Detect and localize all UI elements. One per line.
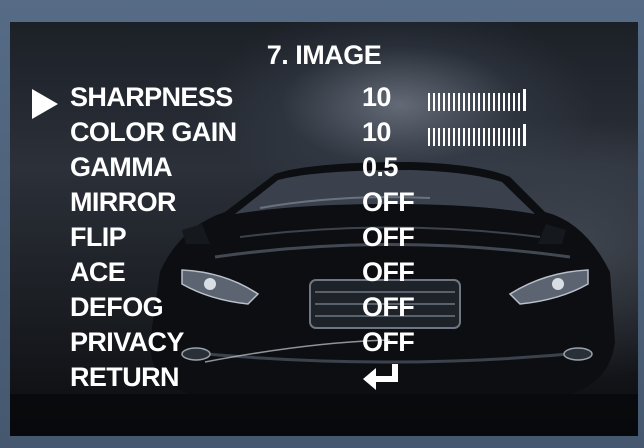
menu-item-label: COLOR GAIN <box>70 117 237 147</box>
level-tick <box>468 128 470 146</box>
menu-item-return[interactable]: RETURN <box>10 360 638 395</box>
level-tick <box>503 128 505 146</box>
ace-value: OFF <box>362 257 415 287</box>
level-tick <box>458 128 460 146</box>
menu-item-defog[interactable]: DEFOG OFF <box>10 290 638 325</box>
level-tick <box>438 93 440 111</box>
level-tick <box>433 93 435 111</box>
level-tick <box>463 93 465 111</box>
menu-item-label: PRIVACY <box>70 327 184 357</box>
privacy-value: OFF <box>362 327 415 357</box>
camera-preview-background: 7. IMAGE SHARPNESS 10 COLOR GAIN 10 GAMM… <box>10 22 638 436</box>
level-tick <box>518 93 520 111</box>
level-tick <box>513 93 515 111</box>
mirror-value: OFF <box>362 187 415 217</box>
menu-title: 7. IMAGE <box>266 40 382 70</box>
return-arrow-icon <box>363 364 398 390</box>
gamma-value: 0.5 <box>362 152 398 182</box>
level-tick <box>508 93 510 111</box>
level-tick <box>438 128 440 146</box>
menu-item-ace[interactable]: ACE OFF <box>10 255 638 290</box>
flip-value: OFF <box>362 222 415 252</box>
menu-item-sharpness[interactable]: SHARPNESS 10 <box>10 80 638 119</box>
level-tick <box>458 93 460 111</box>
menu-item-label: ACE <box>70 257 126 287</box>
level-tick <box>443 128 445 146</box>
level-tick <box>478 128 480 146</box>
sharpness-value: 10 <box>362 82 391 112</box>
color-gain-level-bar <box>428 124 526 146</box>
menu-item-flip[interactable]: FLIP OFF <box>10 220 638 255</box>
level-tick <box>483 93 485 111</box>
level-tick <box>488 128 490 146</box>
level-tick <box>463 128 465 146</box>
menu-item-color-gain[interactable]: COLOR GAIN 10 <box>10 115 638 150</box>
menu-item-label: GAMMA <box>70 152 173 182</box>
level-tick <box>523 124 526 146</box>
level-tick <box>433 128 435 146</box>
level-tick <box>493 93 495 111</box>
level-tick <box>498 128 500 146</box>
level-tick <box>483 128 485 146</box>
level-tick <box>523 89 526 111</box>
menu-item-label: MIRROR <box>70 187 176 217</box>
level-tick <box>498 93 500 111</box>
level-tick <box>448 128 450 146</box>
level-tick <box>428 128 430 146</box>
level-tick <box>453 128 455 146</box>
level-tick <box>453 93 455 111</box>
level-tick <box>448 93 450 111</box>
level-tick <box>488 93 490 111</box>
color-gain-value: 10 <box>362 117 391 147</box>
menu-item-label: FLIP <box>70 222 127 252</box>
level-tick <box>473 128 475 146</box>
level-tick <box>518 128 520 146</box>
level-tick <box>493 128 495 146</box>
menu-item-gamma[interactable]: GAMMA 0.5 <box>10 150 638 185</box>
defog-value: OFF <box>362 292 415 322</box>
level-tick <box>513 128 515 146</box>
sharpness-level-bar <box>428 89 526 111</box>
menu-item-label: RETURN <box>70 362 180 392</box>
level-tick <box>473 93 475 111</box>
menu-item-privacy[interactable]: PRIVACY OFF <box>10 325 638 360</box>
level-tick <box>503 93 505 111</box>
menu-item-label: DEFOG <box>70 292 164 322</box>
menu-item-mirror[interactable]: MIRROR OFF <box>10 185 638 220</box>
osd-frame: 7. IMAGE SHARPNESS 10 COLOR GAIN 10 GAMM… <box>0 0 644 448</box>
menu-item-label: SHARPNESS <box>70 82 233 112</box>
level-tick <box>428 93 430 111</box>
level-tick <box>468 93 470 111</box>
level-tick <box>478 93 480 111</box>
level-tick <box>443 93 445 111</box>
level-tick <box>508 128 510 146</box>
